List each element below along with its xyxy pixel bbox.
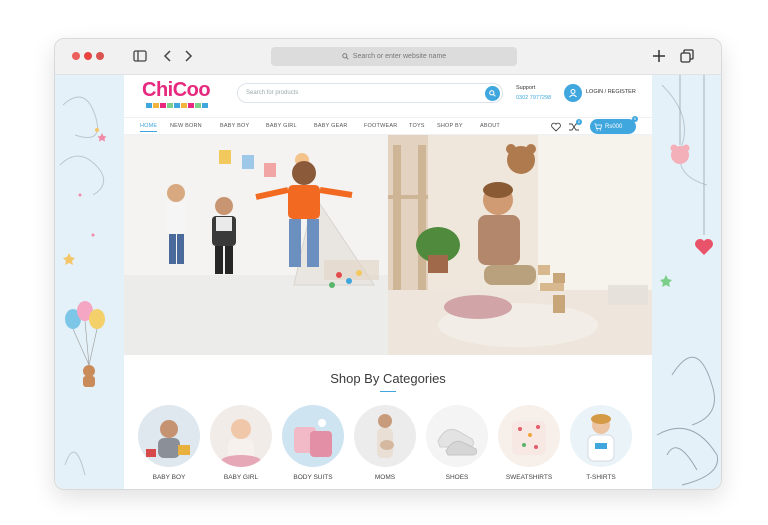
category-moms[interactable]: MOMS <box>354 405 416 481</box>
category-label: BODY SUITS <box>293 474 333 481</box>
category-image <box>498 405 560 467</box>
address-bar-placeholder: Search or enter website name <box>352 53 447 60</box>
category-image <box>570 405 632 467</box>
nav-new-born[interactable]: NEW BORN <box>170 123 202 129</box>
categories-heading-underline <box>380 391 396 392</box>
nav-baby-girl[interactable]: BABY GIRL <box>266 123 297 129</box>
maximize-window-button[interactable] <box>96 52 104 60</box>
category-label: BABY BOY <box>152 474 186 481</box>
category-sweatshirts[interactable]: SWEATSHIRTS <box>498 405 560 481</box>
hero-image-boy-playing <box>388 135 652 355</box>
product-search-input[interactable]: Search for products <box>237 83 503 103</box>
wishlist-heart-icon[interactable] <box>550 121 562 133</box>
support-info: Support 0302 7977298 <box>516 83 551 103</box>
category-label: T-SHIRTS <box>586 474 616 481</box>
search-button[interactable] <box>485 86 500 101</box>
user-icon[interactable] <box>564 84 582 102</box>
sidebar-toggle-icon[interactable] <box>132 48 148 64</box>
logo-wordmark: ChiCoo <box>142 79 211 101</box>
category-image <box>210 405 272 467</box>
compare-count-badge: 0 <box>576 119 582 125</box>
product-search-placeholder: Search for products <box>246 90 299 96</box>
category-label: SWEATSHIRTS <box>505 474 553 481</box>
nav-baby-gear[interactable]: BABY GEAR <box>314 123 348 129</box>
hero-banner[interactable] <box>124 135 652 355</box>
website-viewport: ChiCoo Search for products Support 0302 … <box>124 75 652 489</box>
left-doodle-illustration <box>59 96 107 476</box>
category-body-suits[interactable]: BODY SUITS <box>282 405 344 481</box>
category-image <box>426 405 488 467</box>
category-baby-girl[interactable]: BABY GIRL <box>210 405 272 481</box>
hero-image-kids-dancing <box>124 135 388 355</box>
browser-window: Search or enter website name ChiCoo Sear… <box>54 38 722 490</box>
category-baby-boy[interactable]: BABY BOY <box>138 405 200 481</box>
right-doodle-illustration <box>656 75 719 486</box>
category-shoes[interactable]: SHOES <box>426 405 488 481</box>
login-register-link[interactable]: LOGIN / REGISTER <box>586 89 636 95</box>
browser-titlebar: Search or enter website name <box>55 39 721 75</box>
category-t-shirts[interactable]: T-SHIRTS <box>570 405 632 481</box>
nav-baby-boy[interactable]: BABY BOY <box>220 123 249 129</box>
nav-toys[interactable]: TOYS <box>409 123 425 129</box>
category-image <box>138 405 200 467</box>
cart-icon <box>594 122 602 131</box>
search-icon <box>342 53 349 60</box>
back-arrow-icon[interactable] <box>160 48 176 64</box>
site-header: ChiCoo Search for products Support 0302 … <box>124 75 652 117</box>
tabs-overview-icon[interactable] <box>679 48 695 64</box>
search-icon <box>489 90 496 97</box>
right-decor-panel <box>652 75 721 489</box>
support-label: Support <box>516 85 536 91</box>
address-bar[interactable]: Search or enter website name <box>271 47 517 66</box>
nav-footwear[interactable]: FOOTWEAR <box>364 123 397 129</box>
chicoo-logo[interactable]: ChiCoo <box>142 79 214 113</box>
category-image <box>354 405 416 467</box>
cart-count-badge: 0 <box>632 116 638 122</box>
new-tab-plus-icon[interactable] <box>651 48 667 64</box>
categories-heading: Shop By Categories <box>330 371 446 386</box>
nav-home[interactable]: HOME <box>140 123 158 132</box>
main-nav: HOME NEW BORN BABY BOY BABY GIRL BABY GE… <box>124 116 652 135</box>
category-label: SHOES <box>445 474 469 481</box>
forward-arrow-icon[interactable] <box>180 48 196 64</box>
support-phone[interactable]: 0302 7977298 <box>516 93 551 103</box>
nav-shop-by[interactable]: SHOP BY <box>437 123 463 129</box>
cart-button[interactable]: Rs000 <box>590 119 636 134</box>
category-label: MOMS <box>374 474 396 481</box>
minimize-window-button[interactable] <box>84 52 92 60</box>
left-decor-panel <box>55 75 124 489</box>
nav-about[interactable]: ABOUT <box>480 123 500 129</box>
category-list: BABY BOY BABY GIRL BODY SUITS MOMS SHOES… <box>138 405 638 489</box>
category-label: BABY GIRL <box>223 474 259 481</box>
cart-total: Rs000 <box>605 123 623 130</box>
logo-color-blocks <box>146 103 208 108</box>
close-window-button[interactable] <box>72 52 80 60</box>
category-image <box>282 405 344 467</box>
